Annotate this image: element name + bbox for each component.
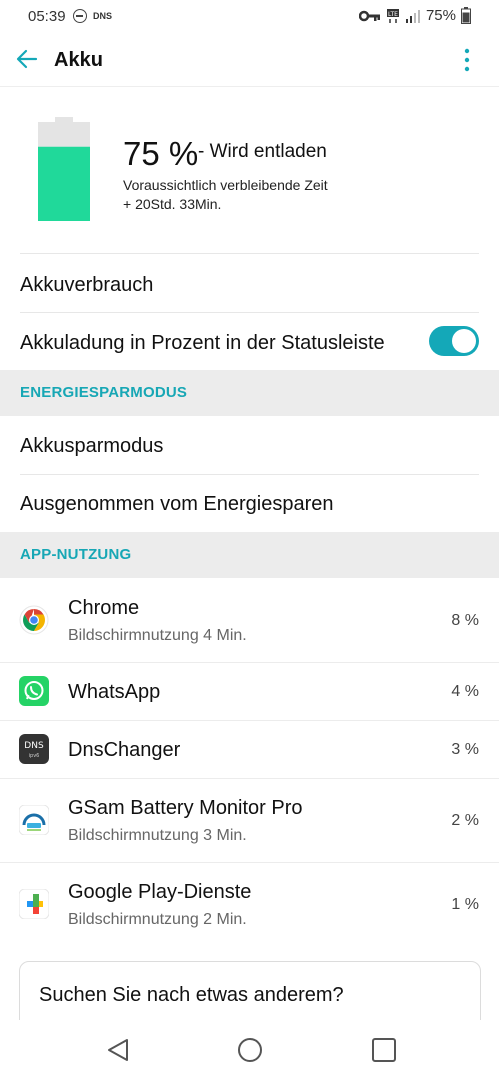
signal-icon (405, 9, 420, 23)
app-usage-row-chrome[interactable]: Chrome Bildschirmnutzung 4 Min. 8 % (0, 578, 499, 663)
status-right-group: LTE 75% (358, 7, 471, 24)
battery-saver-item[interactable]: Akkusparmodus (20, 416, 479, 474)
gsam-icon (19, 805, 49, 835)
battery-state: - Wird entladen (198, 141, 327, 162)
nav-home-icon[interactable] (235, 1035, 265, 1065)
more-options-icon[interactable] (457, 46, 477, 74)
nav-recents-icon[interactable] (369, 1035, 399, 1065)
battery-level-icon (38, 117, 90, 221)
vpn-key-icon (358, 10, 380, 21)
do-not-disturb-icon (73, 9, 87, 23)
chrome-icon (19, 605, 49, 635)
section-title-apps: APP-NUTZUNG (20, 546, 132, 563)
status-bar: 05:39 DNS LTE 75% (0, 0, 499, 34)
dnschanger-icon: DNS ipv6 (19, 734, 49, 764)
battery-percent: 75 % (123, 135, 199, 172)
lte-icon: LTE (386, 8, 399, 23)
status-battery-percent: 75% (425, 7, 456, 24)
energy-exempt-item[interactable]: Ausgenommen vom Energiesparen (20, 474, 479, 533)
back-arrow-icon[interactable] (14, 46, 40, 72)
app-name: GSam Battery Monitor Pro (68, 797, 303, 819)
remaining-time-value: + 20Std. 33Min. (123, 196, 222, 212)
app-screen-time: Bildschirmnutzung 3 Min. (68, 827, 247, 844)
app-usage-row-gsam[interactable]: GSam Battery Monitor Pro Bildschirmnutzu… (0, 778, 499, 863)
statusbar-percent-item[interactable]: Akkuladung in Prozent in der Statusleist… (20, 312, 479, 371)
app-screen-time: Bildschirmnutzung 2 Min. (68, 911, 247, 928)
battery-status-icon (461, 7, 471, 24)
toggle-knob (452, 329, 476, 353)
section-header-energy: ENERGIESPARMODUS (0, 370, 499, 416)
section-header-apps: APP-NUTZUNG (0, 532, 499, 578)
app-name: Google Play-Dienste (68, 881, 252, 903)
statusbar-percent-label: Akkuladung in Prozent in der Statusleist… (20, 332, 385, 354)
whatsapp-icon (19, 676, 49, 706)
app-usage-row-dnschanger[interactable]: DNS ipv6 DnsChanger 3 % (0, 720, 499, 779)
app-name: WhatsApp (68, 681, 161, 703)
status-dns-label: DNS (93, 11, 113, 21)
app-bar: Akku (0, 34, 499, 87)
app-usage-percent: 3 % (451, 741, 479, 758)
search-suggestion-label: Suchen Sie nach etwas anderem? (39, 984, 344, 1006)
battery-saver-label: Akkusparmodus (20, 435, 164, 457)
app-screen-time: Bildschirmnutzung 4 Min. (68, 627, 247, 644)
app-name: Chrome (68, 597, 140, 619)
page-title: Akku (54, 49, 103, 71)
battery-usage-item[interactable]: Akkuverbrauch (20, 253, 479, 312)
navigation-bar (0, 1020, 499, 1080)
google-play-services-icon (19, 889, 49, 919)
battery-summary: 75 % - Wird entladen Voraussichtlich ver… (0, 87, 499, 253)
app-usage-row-google-play-services[interactable]: Google Play-Dienste Bildschirmnutzung 2 … (0, 862, 499, 946)
section-title-energy: ENERGIESPARMODUS (20, 384, 188, 401)
svg-text:ipv6: ipv6 (29, 753, 40, 759)
svg-text:LTE: LTE (388, 11, 398, 18)
app-usage-percent: 1 % (451, 896, 479, 913)
app-usage-row-whatsapp[interactable]: WhatsApp 4 % (0, 662, 499, 721)
svg-text:DNS: DNS (24, 741, 44, 751)
app-usage-percent: 4 % (451, 683, 479, 700)
status-time: 05:39 (28, 8, 66, 25)
app-name: DnsChanger (68, 739, 181, 761)
energy-exempt-label: Ausgenommen vom Energiesparen (20, 493, 334, 515)
app-usage-percent: 2 % (451, 812, 479, 829)
statusbar-percent-toggle[interactable] (429, 326, 479, 356)
nav-back-icon[interactable] (103, 1035, 133, 1065)
battery-usage-label: Akkuverbrauch (20, 274, 154, 296)
app-usage-percent: 8 % (451, 612, 479, 629)
remaining-time-label: Voraussichtlich verbleibende Zeit (123, 177, 328, 193)
